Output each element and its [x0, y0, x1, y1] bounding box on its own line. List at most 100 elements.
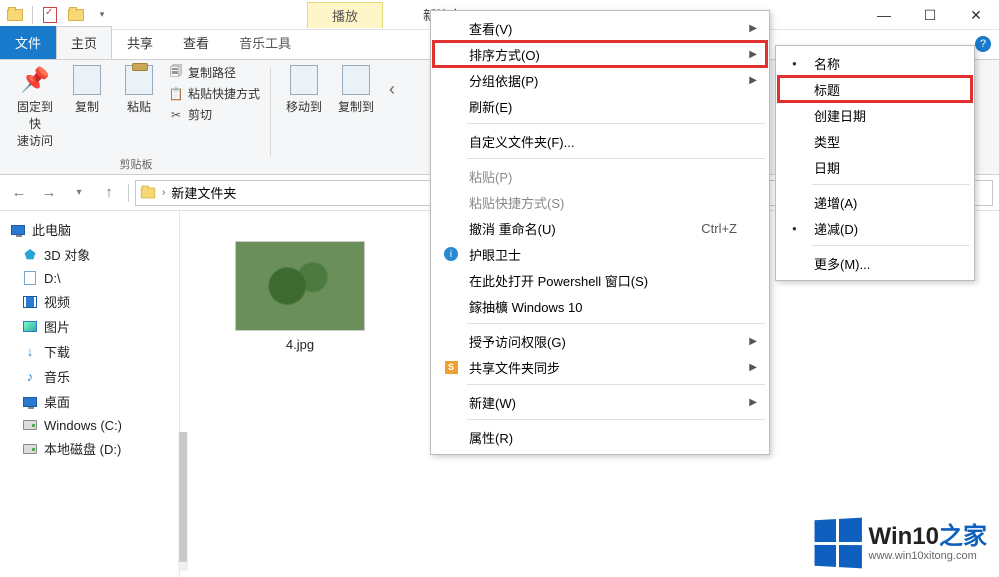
tree-desktop[interactable]: 桌面	[0, 389, 179, 414]
sort-descending[interactable]: 递减(D)	[778, 215, 972, 241]
ctx-powershell[interactable]: 在此处打开 Powershell 窗口(S)	[433, 267, 767, 293]
move-to-button[interactable]: 移动到	[281, 64, 327, 115]
desktop-icon	[22, 394, 38, 410]
copy-to-button[interactable]: 复制到	[333, 64, 379, 115]
monitor-icon	[10, 222, 26, 238]
sort-date[interactable]: 日期	[778, 154, 972, 180]
close-button[interactable]: ✕	[953, 0, 999, 30]
ctx-refresh[interactable]: 刷新(E)	[433, 93, 767, 119]
ctx-properties[interactable]: 属性(R)	[433, 424, 767, 450]
navigation-tree: 此电脑 ⬟3D 对象 D:\ 视频 图片 ↓下载 ♪音乐 桌面 Windows …	[0, 211, 180, 577]
ctx-undo[interactable]: 撤消 重命名(U)Ctrl+Z	[433, 215, 767, 241]
help-icon[interactable]: ?	[975, 36, 991, 52]
ctx-view[interactable]: 查看(V)▶	[433, 15, 767, 41]
copy-path-button[interactable]: 🗐复制路径	[168, 64, 260, 81]
ctx-paste[interactable]: 粘贴(P)	[433, 163, 767, 189]
windows-logo-icon	[814, 518, 861, 569]
sort-date-created[interactable]: 创建日期	[778, 102, 972, 128]
pin-icon: 📌	[19, 64, 51, 96]
clipboard-group-label: 剪贴板	[120, 156, 153, 174]
sort-type[interactable]: 类型	[778, 128, 972, 154]
tree-windows-c[interactable]: Windows (C:)	[0, 414, 179, 436]
tree-this-pc[interactable]: 此电脑	[0, 217, 179, 242]
tree-scrollbar[interactable]	[178, 432, 188, 571]
pin-quick-access-button[interactable]: 📌 固定到快 速访问	[12, 64, 58, 149]
ctx-share-sync[interactable]: S共享文件夹同步▶	[433, 354, 767, 380]
breadcrumb-folder-icon	[141, 187, 155, 198]
sort-name[interactable]: 名称	[778, 50, 972, 76]
paste-button[interactable]: 粘贴	[116, 64, 162, 115]
copy-path-icon: 🗐	[168, 65, 184, 81]
forward-button[interactable]: →	[36, 180, 62, 206]
ctx-customize[interactable]: 自定义文件夹(F)...	[433, 128, 767, 154]
tab-file[interactable]: 文件	[0, 26, 56, 59]
properties-qat-icon[interactable]	[39, 4, 61, 26]
sort-ascending[interactable]: 递增(A)	[778, 189, 972, 215]
cube-icon: ⬟	[22, 247, 38, 263]
tab-music-tools[interactable]: 音乐工具	[224, 26, 306, 59]
tab-home[interactable]: 主页	[56, 26, 112, 59]
chevron-right-icon: ▶	[749, 336, 757, 347]
tab-share[interactable]: 共享	[112, 26, 168, 59]
file-item[interactable]: 4.jpg	[230, 241, 370, 352]
chevron-right-icon: ▶	[749, 397, 757, 408]
paste-shortcut-icon: 📋	[168, 86, 184, 102]
shield-icon: i	[443, 246, 459, 262]
music-icon: ♪	[22, 369, 38, 385]
context-menu: 查看(V)▶ 排序方式(O)▶ 分组依据(P)▶ 刷新(E) 自定义文件夹(F)…	[430, 10, 770, 455]
ctx-group[interactable]: 分组依据(P)▶	[433, 67, 767, 93]
copy-button[interactable]: 复制	[64, 64, 110, 115]
film-icon	[22, 294, 38, 310]
picture-icon	[22, 319, 38, 335]
file-label: 4.jpg	[286, 337, 314, 352]
sort-more[interactable]: 更多(M)...	[778, 250, 972, 276]
ribbon-truncated-icon: ‹	[389, 79, 395, 100]
breadcrumb-segment[interactable]: 新建文件夹	[171, 183, 236, 202]
disk-icon	[22, 441, 38, 457]
disk-icon	[22, 417, 38, 433]
chevron-right-icon: ▶	[749, 23, 757, 34]
paste-icon	[123, 64, 155, 96]
scrollbar-thumb[interactable]	[179, 432, 187, 562]
chevron-right-icon: ▶	[749, 49, 757, 60]
cut-button[interactable]: ✂剪切	[168, 106, 260, 123]
sync-icon: S	[443, 359, 459, 375]
tree-local-d[interactable]: 本地磁盘 (D:)	[0, 436, 179, 461]
chevron-right-icon[interactable]: ›	[162, 187, 165, 198]
document-icon	[22, 270, 38, 286]
ctx-sort[interactable]: 排序方式(O)▶	[433, 41, 767, 67]
minimize-button[interactable]: —	[861, 0, 907, 30]
tree-videos[interactable]: 视频	[0, 289, 179, 314]
chevron-right-icon: ▶	[749, 362, 757, 373]
copy-icon	[71, 64, 103, 96]
play-context-tab[interactable]: 播放	[307, 2, 383, 28]
tab-view[interactable]: 查看	[168, 26, 224, 59]
tree-downloads[interactable]: ↓下载	[0, 339, 179, 364]
sort-title[interactable]: 标题	[778, 76, 972, 102]
watermark-brand: Win10	[869, 523, 939, 550]
tree-3d-objects[interactable]: ⬟3D 对象	[0, 242, 179, 267]
watermark-suffix: 之家	[939, 523, 987, 550]
folder-qat-icon[interactable]	[65, 4, 87, 26]
sort-submenu: 名称 标题 创建日期 类型 日期 递增(A) 递减(D) 更多(M)...	[775, 45, 975, 281]
ctx-paste-shortcut[interactable]: 粘贴快捷方式(S)	[433, 189, 767, 215]
tree-music[interactable]: ♪音乐	[0, 364, 179, 389]
ctx-win10[interactable]: 鎵抽櫎 Windows 10	[433, 293, 767, 319]
ctx-new[interactable]: 新建(W)▶	[433, 389, 767, 415]
tree-d-drive[interactable]: D:\	[0, 267, 179, 289]
paste-shortcut-button[interactable]: 📋粘贴快捷方式	[168, 85, 260, 102]
download-icon: ↓	[22, 344, 38, 360]
ctx-grant-access[interactable]: 授予访问权限(G)▶	[433, 328, 767, 354]
folder-icon[interactable]	[4, 4, 26, 26]
watermark: Win10之家 www.win10xitong.com	[813, 519, 987, 567]
maximize-button[interactable]: ☐	[907, 0, 953, 30]
back-button[interactable]: ←	[6, 180, 32, 206]
up-button[interactable]: ↑	[96, 180, 122, 206]
recent-dropdown[interactable]: ▾	[66, 180, 92, 206]
ctx-eye-guard[interactable]: i护眼卫士	[433, 241, 767, 267]
qat-dropdown-icon[interactable]: ▾	[91, 4, 113, 26]
tree-pictures[interactable]: 图片	[0, 314, 179, 339]
thumbnail-image	[235, 241, 365, 331]
copy-to-icon	[340, 64, 372, 96]
shortcut-hint: Ctrl+Z	[701, 221, 737, 236]
